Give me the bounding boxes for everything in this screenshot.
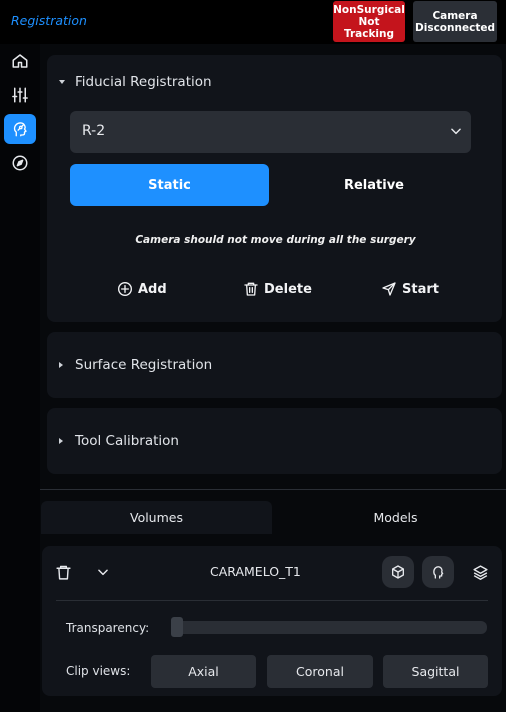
clip-axial-button[interactable]: Axial bbox=[151, 655, 256, 688]
sidebar-item-settings[interactable] bbox=[4, 80, 36, 110]
sidebar-item-registration[interactable] bbox=[4, 114, 36, 144]
app-title: Registration bbox=[11, 13, 87, 28]
caret-down-icon[interactable] bbox=[59, 80, 65, 84]
clip-coronal-button[interactable]: Coronal bbox=[267, 655, 373, 688]
clip-views-label: Clip views: bbox=[66, 664, 131, 678]
caret-right-icon bbox=[59, 362, 63, 368]
trash-icon bbox=[55, 565, 71, 580]
fiducial-registration-title[interactable]: Fiducial Registration bbox=[75, 74, 212, 90]
add-button[interactable]: Add bbox=[117, 279, 167, 299]
transparency-slider[interactable] bbox=[171, 621, 487, 634]
caret-right-icon bbox=[59, 438, 63, 444]
volume-name: CARAMELO_T1 bbox=[210, 564, 301, 579]
delete-label: Delete bbox=[264, 281, 312, 297]
start-label: Start bbox=[402, 281, 439, 297]
expand-volume-button[interactable] bbox=[95, 564, 111, 580]
start-button[interactable]: Start bbox=[381, 279, 439, 299]
camera-hint-text: Camera should not move during all the su… bbox=[135, 234, 416, 246]
view-3d-button[interactable] bbox=[382, 556, 414, 588]
layers-icon bbox=[472, 564, 488, 580]
volume-divider bbox=[56, 600, 488, 601]
sidebar-item-navigation[interactable] bbox=[4, 148, 36, 178]
trash-icon bbox=[244, 282, 258, 296]
section-divider bbox=[40, 489, 506, 490]
plus-circle-icon bbox=[118, 282, 132, 296]
compass-icon bbox=[12, 155, 28, 171]
layers-button[interactable] bbox=[470, 563, 490, 581]
fiducial-select-value: R-2 bbox=[82, 123, 106, 139]
delete-volume-button[interactable] bbox=[54, 563, 72, 581]
camera-status-badge: Camera Disconnected bbox=[413, 1, 497, 42]
chevron-down-icon bbox=[451, 128, 461, 135]
surface-registration-panel[interactable]: Surface Registration bbox=[47, 332, 502, 398]
tool-calibration-panel[interactable]: Tool Calibration bbox=[47, 408, 502, 474]
sidebar bbox=[0, 44, 40, 712]
head-marker-icon bbox=[13, 122, 27, 137]
send-icon bbox=[382, 282, 396, 296]
tab-models[interactable]: Models bbox=[280, 501, 506, 534]
tab-volumes[interactable]: Volumes bbox=[41, 501, 272, 534]
chevron-down-icon bbox=[98, 569, 108, 576]
fiducial-select[interactable]: R-2 bbox=[70, 111, 471, 153]
sliders-icon bbox=[12, 87, 28, 103]
head-icon bbox=[433, 566, 444, 579]
home-icon bbox=[12, 54, 28, 68]
mode-static-button[interactable]: Static bbox=[70, 164, 269, 206]
head-view-button[interactable] bbox=[422, 556, 454, 588]
tool-calibration-title: Tool Calibration bbox=[75, 433, 179, 449]
sidebar-item-home[interactable] bbox=[4, 46, 36, 76]
transparency-label: Transparency: bbox=[66, 621, 150, 635]
delete-button[interactable]: Delete bbox=[243, 279, 312, 299]
tracking-status-badge: NonSurgical Not Tracking bbox=[333, 1, 405, 42]
mode-relative-button[interactable]: Relative bbox=[277, 164, 471, 206]
add-label: Add bbox=[138, 281, 167, 297]
transparency-slider-thumb[interactable] bbox=[171, 617, 183, 637]
cube-icon bbox=[392, 565, 404, 579]
clip-sagittal-button[interactable]: Sagittal bbox=[383, 655, 488, 688]
surface-registration-title: Surface Registration bbox=[75, 357, 213, 373]
